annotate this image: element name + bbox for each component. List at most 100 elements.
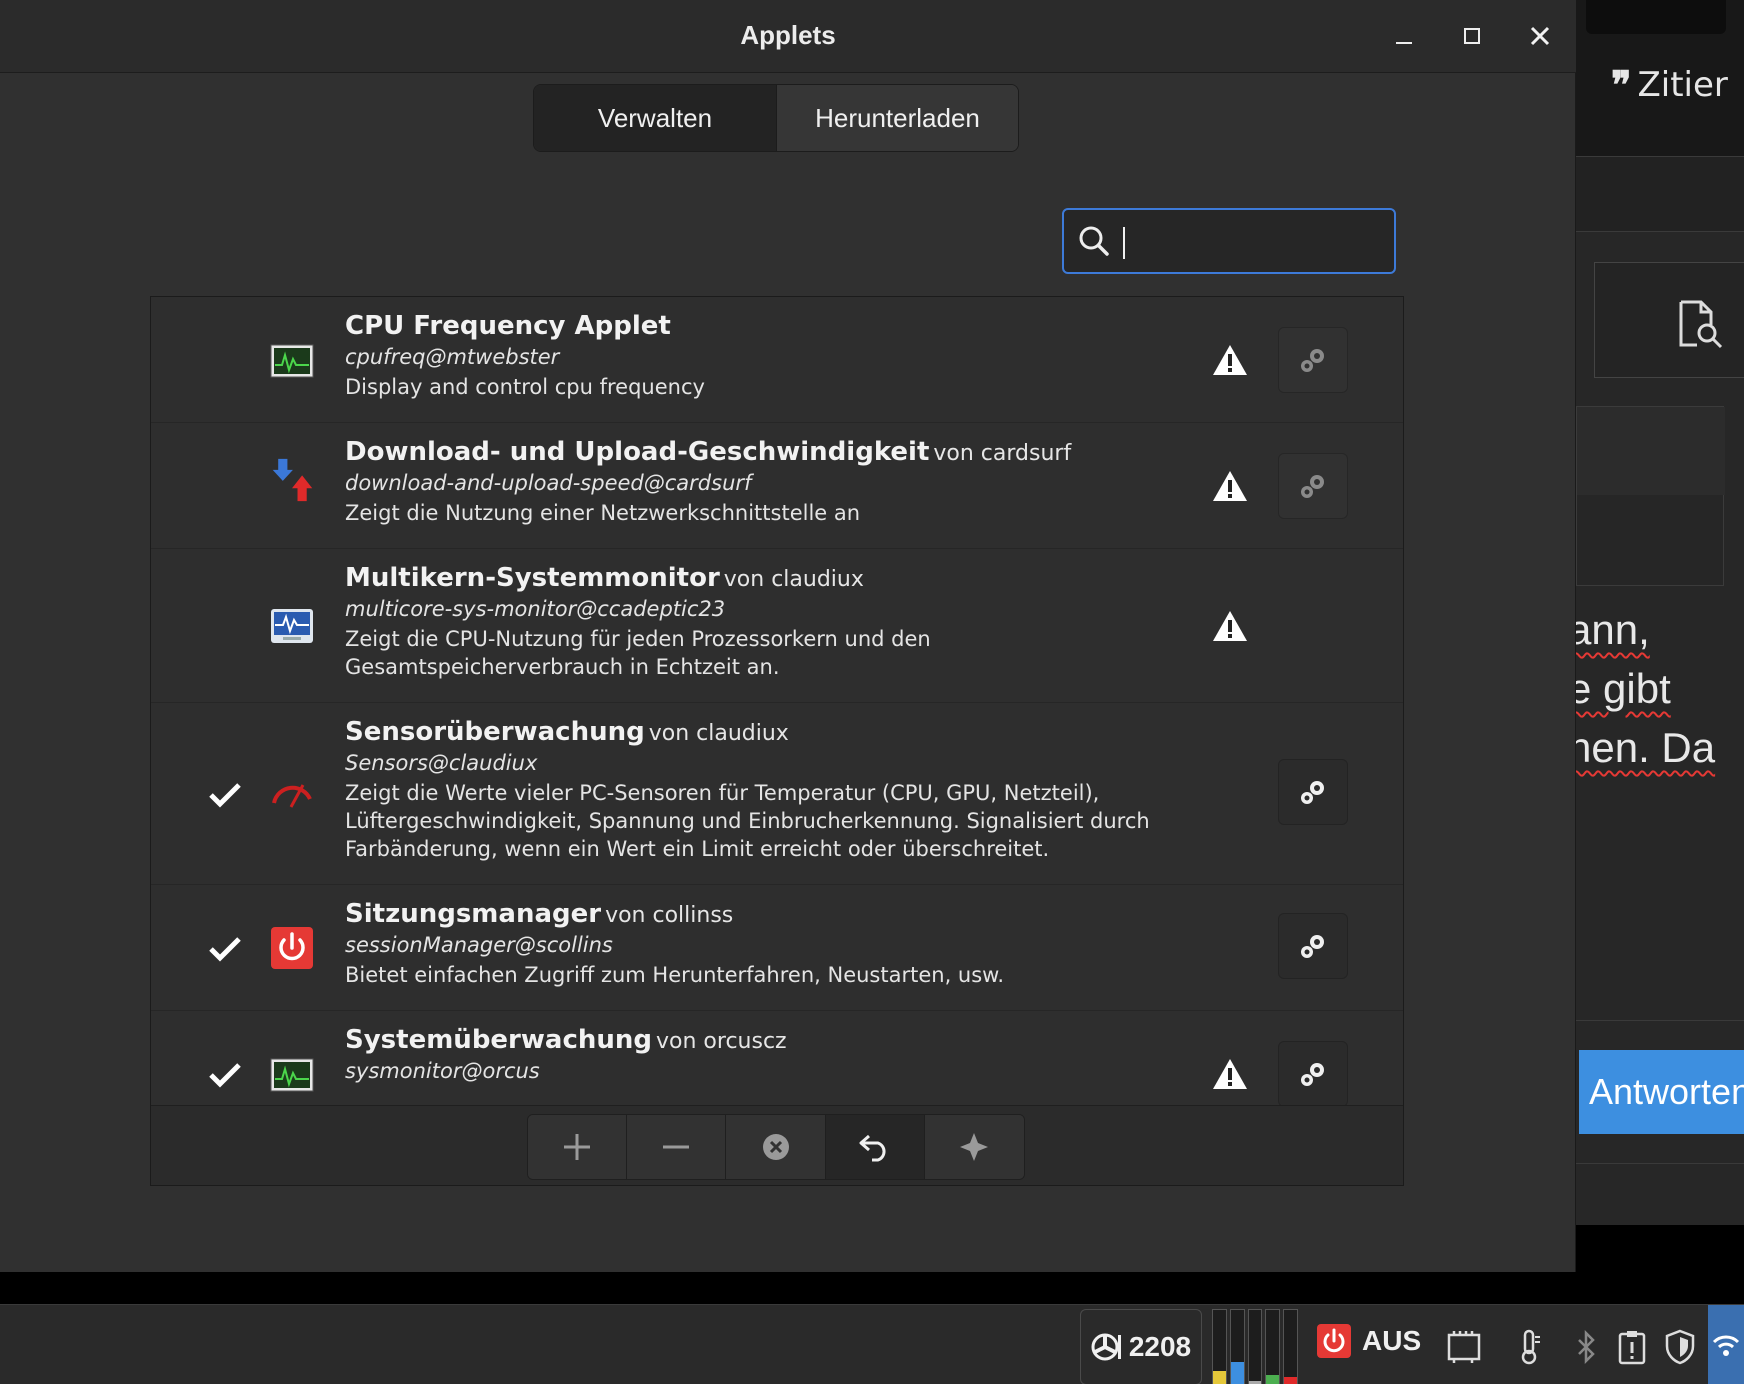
title-bar[interactable]: Applets [0, 0, 1576, 73]
remove-icon [663, 1145, 690, 1149]
session-label: AUS [1362, 1325, 1422, 1356]
tab-manage[interactable]: Verwalten [534, 85, 776, 151]
memory-tray-button[interactable] [1444, 1327, 1484, 1367]
configure-button[interactable] [1278, 453, 1348, 519]
wifi-icon [1712, 1335, 1740, 1356]
close-button[interactable] [1520, 16, 1560, 56]
quote-button[interactable]: ❞ Zitier [1611, 62, 1728, 107]
gears-icon [1301, 349, 1324, 372]
applet-uuid: cpufreq@mtwebster [345, 345, 560, 369]
applet-name: Sensorüberwachung von claudiux [345, 717, 789, 747]
applet-uuid: multicore-sys-monitor@ccadeptic23 [345, 597, 726, 621]
bluetooth-icon [1578, 1330, 1595, 1364]
applet-row-download-upload[interactable]: Download- und Upload-Geschwindigkeit von … [151, 423, 1403, 549]
cpu-frequency-widget[interactable]: 2208 [1080, 1309, 1202, 1384]
applet-info: Multikern-Systemmonitor von claudiux mult… [345, 563, 1205, 681]
reply-button[interactable]: Antworten [1579, 1050, 1744, 1134]
security-tray-button[interactable] [1660, 1327, 1700, 1367]
applet-uuid: sessionManager@scollins [345, 933, 613, 957]
warning-icon [1213, 611, 1247, 641]
applet-row-sysmonitor[interactable]: Systemüberwachung von orcuscz sysmonitor@… [151, 1011, 1403, 1105]
temperature-tray-button[interactable] [1510, 1327, 1550, 1367]
power-icon [271, 927, 313, 969]
applet-name: Systemüberwachung von orcuscz [345, 1025, 787, 1055]
cpu-fan-icon [1091, 1333, 1121, 1361]
divider [1576, 1020, 1744, 1021]
configure-button[interactable] [1278, 1041, 1348, 1105]
applet-row-cpufreq[interactable]: CPU Frequency Applet cpufreq@mtwebster D… [151, 297, 1403, 423]
clipboard-tray-button[interactable] [1612, 1327, 1652, 1367]
more-icon [960, 1133, 989, 1161]
window-title: Applets [740, 20, 836, 50]
cpu-graph-icon [270, 344, 314, 378]
memory-graph [1229, 1309, 1245, 1384]
system-panel: 2208 AUS [0, 1304, 1744, 1384]
network-tray-button[interactable] [1708, 1305, 1744, 1384]
network-graph [1265, 1309, 1281, 1384]
applet-name: Sitzungsmanager von collinss [345, 899, 734, 929]
window-gap [0, 1272, 1576, 1304]
window-gap [1576, 1225, 1744, 1304]
cpu-frequency-value: 2208 [1128, 1331, 1192, 1362]
background-top-notch [1586, 0, 1726, 34]
session-manager-button[interactable]: AUS [1316, 1323, 1421, 1359]
search-icon [1079, 226, 1109, 256]
maximize-icon [1464, 28, 1480, 44]
shield-icon [1665, 1329, 1695, 1365]
quote-icon: ❞ [1611, 62, 1632, 107]
configure-button[interactable] [1278, 913, 1348, 979]
search-input[interactable] [1122, 220, 1382, 262]
maximize-button[interactable] [1452, 16, 1492, 56]
system-monitor-graphs[interactable] [1212, 1309, 1298, 1384]
configure-button[interactable] [1278, 759, 1348, 825]
list-toolbar [151, 1105, 1403, 1185]
warning-icon [1213, 345, 1247, 375]
search-box[interactable] [1062, 208, 1396, 274]
applet-list-frame: CPU Frequency Applet cpufreq@mtwebster D… [150, 296, 1404, 1186]
toolbar-button-group [527, 1114, 1025, 1180]
applet-description: Bietet einfachen Zugriff zum Herunterfah… [345, 963, 1005, 987]
configure-button[interactable] [1278, 327, 1348, 393]
applet-uuid: download-and-upload-speed@cardsurf [345, 471, 752, 495]
applet-description: Display and control cpu frequency [345, 375, 705, 399]
applets-window: Applets Verwalten Herunterladen CPU Freq… [0, 0, 1576, 1272]
background-app: ❞ Zitier ann, e gibt hen. Da Antworten [1576, 0, 1744, 1225]
text-line-2: e gibt [1576, 665, 1671, 712]
more-button[interactable] [924, 1115, 1024, 1179]
clipboard-icon [1618, 1331, 1646, 1365]
minimize-icon [1396, 42, 1412, 44]
gears-icon [1301, 1063, 1324, 1086]
applet-row-session-manager[interactable]: Sitzungsmanager von collinss sessionManag… [151, 885, 1403, 1011]
up-down-arrows-icon [272, 458, 313, 502]
add-button[interactable] [528, 1115, 628, 1179]
applet-uuid: Sensors@claudiux [345, 751, 538, 775]
applet-info: Sensorüberwachung von claudiux Sensors@cl… [345, 717, 1205, 863]
preview-button[interactable] [1594, 262, 1744, 378]
close-icon [1530, 26, 1550, 46]
thermometer-icon [1521, 1329, 1540, 1365]
divider [1576, 1163, 1744, 1164]
undo-button[interactable] [825, 1115, 925, 1179]
tab-download[interactable]: Herunterladen [776, 85, 1018, 151]
background-panel [1576, 406, 1725, 586]
enabled-check-icon [209, 783, 241, 808]
gauge-icon [272, 784, 312, 808]
gears-icon [1301, 935, 1324, 958]
warning-icon [1213, 471, 1247, 501]
applet-row-multicore[interactable]: Multikern-Systemmonitor von claudiux mult… [151, 549, 1403, 703]
applet-name: Download- und Upload-Geschwindigkeit von … [345, 437, 1072, 467]
applet-info: CPU Frequency Applet cpufreq@mtwebster D… [345, 311, 1205, 401]
applet-row-sensors[interactable]: Sensorüberwachung von claudiux Sensors@cl… [151, 703, 1403, 885]
uninstall-button[interactable] [726, 1115, 826, 1179]
remove-button[interactable] [627, 1115, 727, 1179]
enabled-check-icon [209, 1063, 241, 1088]
text-line-1: ann, [1576, 606, 1650, 653]
applet-uuid: sysmonitor@orcus [345, 1059, 540, 1083]
background-text-editor[interactable]: ann, e gibt hen. Da [1576, 600, 1715, 777]
warning-icon [1213, 1059, 1247, 1089]
bluetooth-tray-button[interactable] [1566, 1327, 1606, 1367]
gears-icon [1301, 475, 1324, 498]
applet-list[interactable]: CPU Frequency Applet cpufreq@mtwebster D… [151, 297, 1403, 1105]
applet-info: Download- und Upload-Geschwindigkeit von … [345, 437, 1205, 527]
minimize-button[interactable] [1384, 16, 1424, 56]
